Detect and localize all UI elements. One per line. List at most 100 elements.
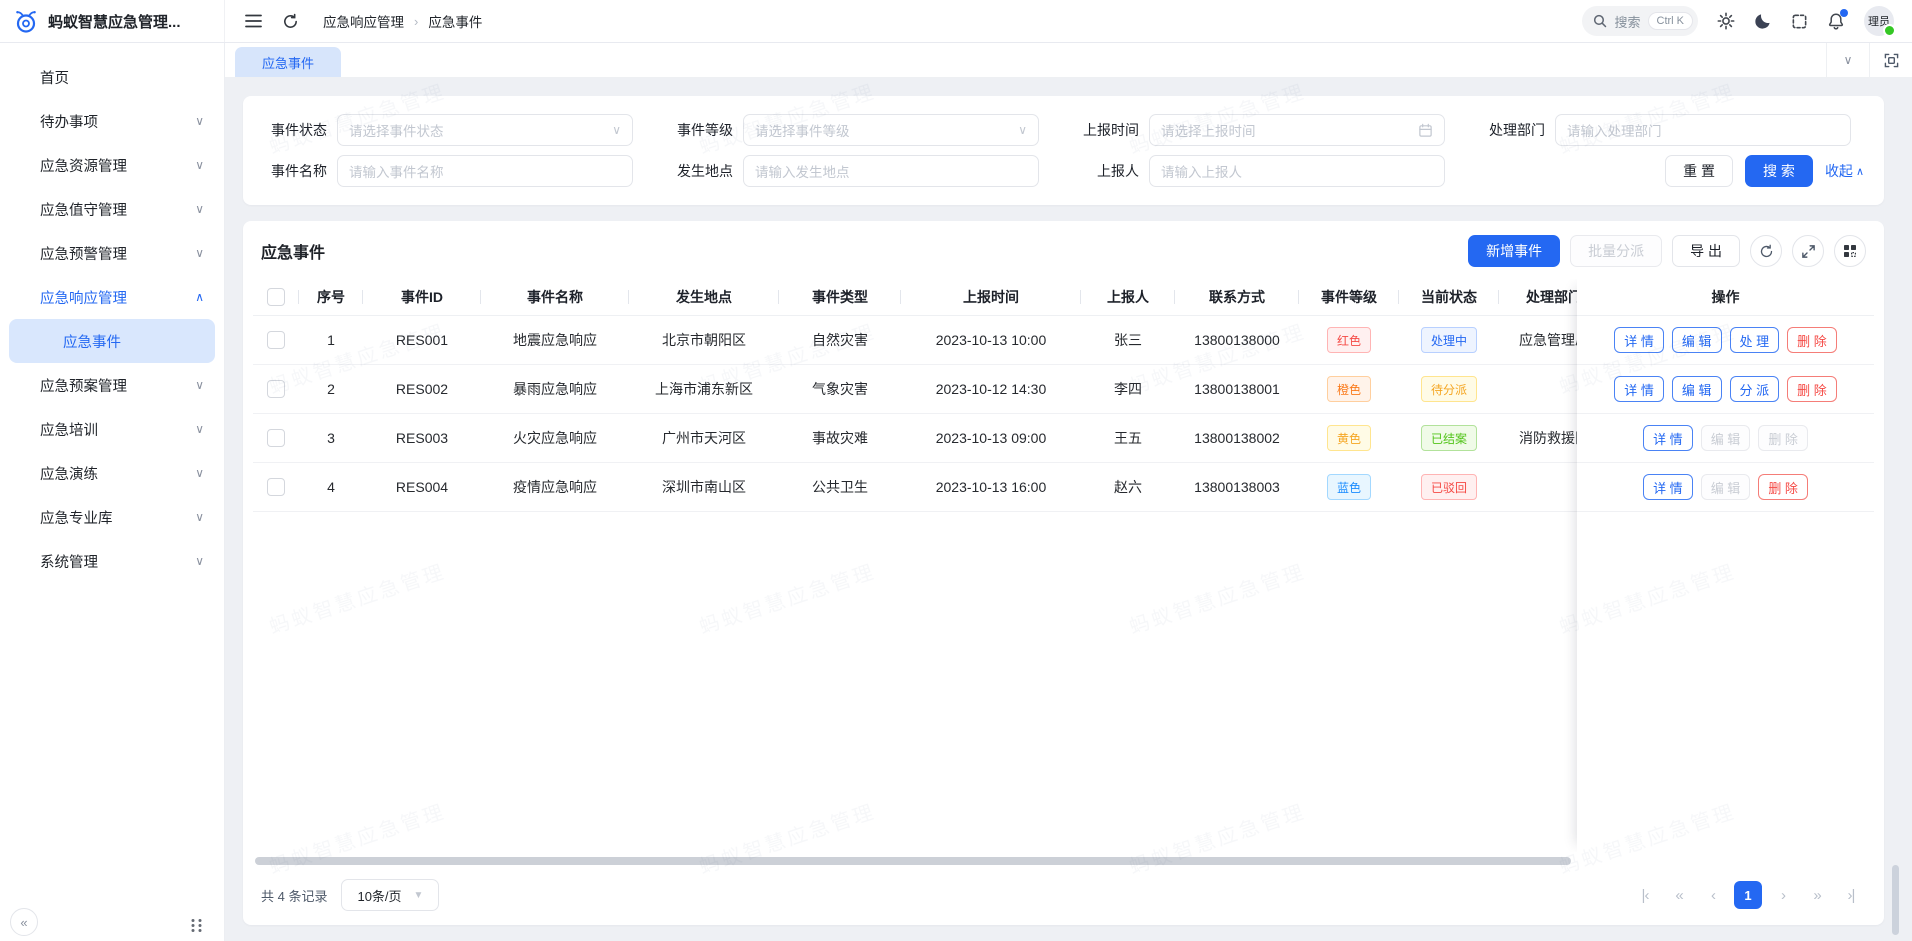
col-time: 上报时间 (901, 279, 1081, 315)
reset-button[interactable]: 重 置 (1665, 155, 1733, 187)
edit-button[interactable]: 编 辑 (1672, 376, 1722, 402)
cell-type: 气象灾害 (779, 365, 901, 413)
vertical-scrollbar[interactable] (1892, 865, 1899, 935)
collapse-filters-link[interactable]: 收起 ∧ (1825, 161, 1864, 181)
app-header: 蚂蚁智慧应急管理... 应急响应管理 › 应急事件 搜索 Ctrl K 理员 (0, 0, 1912, 43)
horizontal-scrollbar[interactable] (255, 857, 1571, 865)
page-size-select[interactable]: 10条/页 ▼ (341, 879, 439, 911)
level-badge: 红色 (1327, 327, 1371, 353)
search-icon (1593, 14, 1607, 28)
search-button[interactable]: 搜 索 (1745, 155, 1813, 187)
cell-name: 地震应急响应 (481, 316, 629, 364)
sidebar-item-label: 应急培训 (40, 419, 195, 440)
cell-phone: 13800138001 (1175, 365, 1299, 413)
cell-id: RES003 (363, 414, 481, 462)
sidebar-item-10[interactable]: 应急专业库∨ (0, 495, 224, 539)
delete-button[interactable]: 删 除 (1787, 376, 1837, 402)
page-next-jump[interactable]: » (1804, 882, 1830, 908)
sidebar-collapse-button[interactable]: « (10, 908, 38, 936)
cell-time: 2023-10-13 09:00 (901, 414, 1081, 462)
chevron-down-icon: ∨ (195, 378, 204, 392)
sidebar-item-5[interactable]: 应急响应管理∧ (0, 275, 224, 319)
sidebar-item-1[interactable]: 待办事项∨ (0, 99, 224, 143)
add-event-button[interactable]: 新增事件 (1468, 235, 1560, 267)
filter-panel: 事件状态请选择事件状态∨事件等级请选择事件等级∨上报时间请选择上报时间处理部门请… (243, 96, 1884, 205)
row-actions-4: 详 情编 辑删 除 (1577, 463, 1874, 512)
chevron-down-icon: ∨ (195, 422, 204, 436)
tab-emergency-events[interactable]: 应急事件 (235, 47, 341, 77)
chevron-down-icon: ∨ (1844, 53, 1853, 67)
event-name-input[interactable]: 请输入事件名称 (337, 155, 633, 187)
delete-button[interactable]: 删 除 (1758, 474, 1808, 500)
event-status-select[interactable]: 请选择事件状态∨ (337, 114, 633, 146)
export-button[interactable]: 导 出 (1672, 235, 1740, 267)
sidebar-item-label: 待办事项 (40, 111, 195, 132)
event-location-input[interactable]: 请输入发生地点 (743, 155, 1039, 187)
page-next[interactable]: › (1770, 882, 1796, 908)
col-level: 事件等级 (1299, 279, 1399, 315)
cell-reporter: 张三 (1081, 316, 1175, 364)
sidebar-item-11[interactable]: 系统管理∨ (0, 539, 224, 583)
sidebar-subitem-6[interactable]: 应急事件 (9, 319, 215, 363)
row-actions-1: 详 情编 辑处 理删 除 (1577, 316, 1874, 365)
row-checkbox[interactable] (267, 429, 285, 447)
dark-mode-button[interactable] (1754, 12, 1772, 30)
sidebar-item-9[interactable]: 应急演练∨ (0, 451, 224, 495)
hamburger-icon (245, 14, 262, 28)
sidebar-item-2[interactable]: 应急资源管理∨ (0, 143, 224, 187)
filter-label-handle-dept: 处理部门 (1481, 120, 1545, 140)
refresh-page-button[interactable] (282, 13, 299, 30)
sidebar-item-label: 应急预警管理 (40, 243, 195, 264)
filter-label-event-name: 事件名称 (263, 161, 327, 181)
batch-assign-button[interactable]: 批量分派 (1570, 235, 1662, 267)
table-panel: 应急事件 新增事件 批量分派 导 出 (243, 221, 1884, 925)
detail-button[interactable]: 详 情 (1614, 327, 1664, 353)
delete-button[interactable]: 删 除 (1787, 327, 1837, 353)
edit-button[interactable]: 编 辑 (1672, 327, 1722, 353)
process-button[interactable]: 处 理 (1730, 327, 1780, 353)
breadcrumb-parent[interactable]: 应急响应管理 (323, 11, 404, 31)
table-refresh-button[interactable] (1750, 235, 1782, 267)
sidebar-item-3[interactable]: 应急值守管理∨ (0, 187, 224, 231)
column-settings-button[interactable] (1834, 235, 1866, 267)
detail-button[interactable]: 详 情 (1643, 425, 1693, 451)
reporter-input[interactable]: 请输入上报人 (1149, 155, 1445, 187)
menu-toggle-button[interactable] (245, 14, 262, 28)
avatar[interactable]: 理员 (1864, 6, 1894, 36)
row-actions-2: 详 情编 辑分 派删 除 (1577, 365, 1874, 414)
notifications-button[interactable] (1827, 12, 1845, 30)
settings-button[interactable] (1717, 12, 1735, 30)
fullscreen-button[interactable] (1791, 13, 1808, 30)
table-fullscreen-button[interactable] (1792, 235, 1824, 267)
sidebar-item-7[interactable]: 应急预案管理∨ (0, 363, 224, 407)
sidebar-grip-icon[interactable] (190, 918, 203, 933)
cell-reporter: 李四 (1081, 365, 1175, 413)
page-prev-jump[interactable]: « (1666, 882, 1692, 908)
page-prev[interactable]: ‹ (1700, 882, 1726, 908)
row-checkbox[interactable] (267, 380, 285, 398)
page-current[interactable]: 1 (1734, 881, 1762, 909)
level-badge: 蓝色 (1327, 474, 1371, 500)
handle-dept-input[interactable]: 请输入处理部门 (1555, 114, 1851, 146)
sidebar-item-label: 应急演练 (40, 463, 195, 484)
sidebar-item-4[interactable]: 应急预警管理∨ (0, 231, 224, 275)
detail-button[interactable]: 详 情 (1614, 376, 1664, 402)
report-time-date-picker[interactable]: 请选择上报时间 (1149, 114, 1445, 146)
page-first[interactable]: |‹ (1632, 882, 1658, 908)
refresh-icon (1759, 244, 1774, 259)
placeholder-text: 请选择事件等级 (755, 120, 1018, 140)
detail-button[interactable]: 详 情 (1643, 474, 1693, 500)
filter-row-2: 事件名称请输入事件名称发生地点请输入发生地点上报人请输入上报人 (263, 155, 1445, 187)
global-search-input[interactable]: 搜索 Ctrl K (1582, 6, 1698, 36)
assign-button[interactable]: 分 派 (1730, 376, 1780, 402)
row-checkbox[interactable] (267, 478, 285, 496)
event-level-select[interactable]: 请选择事件等级∨ (743, 114, 1039, 146)
sidebar-item-0[interactable]: 首页 (0, 55, 224, 99)
row-checkbox[interactable] (267, 331, 285, 349)
tab-menu-button[interactable]: ∨ (1826, 43, 1869, 77)
row-checkbox-cell (253, 463, 299, 511)
sidebar-item-8[interactable]: 应急培训∨ (0, 407, 224, 451)
page-last[interactable]: ›| (1838, 882, 1864, 908)
tab-maximize-button[interactable] (1869, 43, 1912, 77)
select-all-checkbox[interactable] (267, 288, 285, 306)
